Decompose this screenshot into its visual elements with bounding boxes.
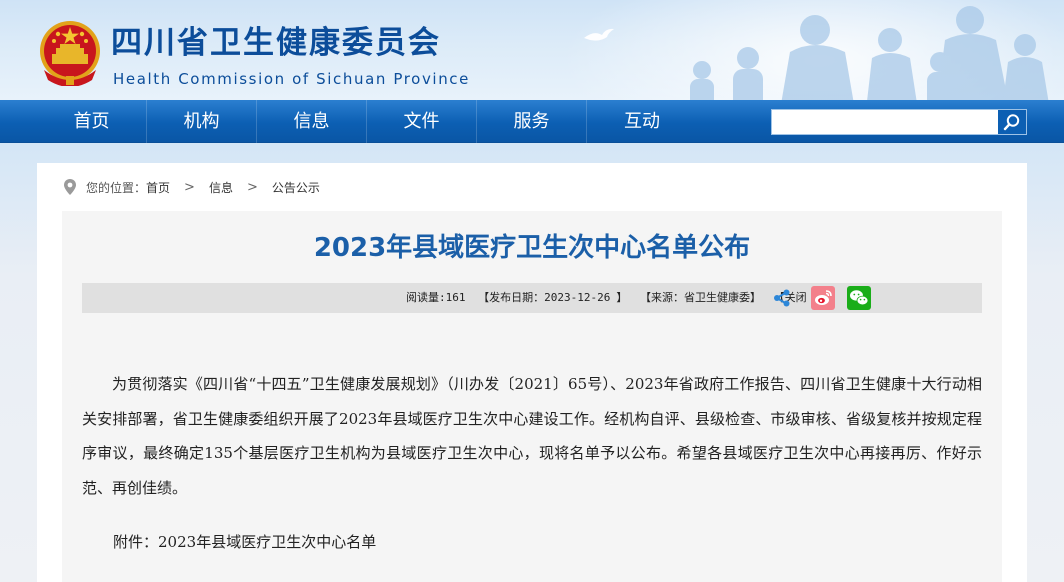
site-header: 四川省卫生健康委员会 Health Commission of Sichuan … (0, 0, 1064, 100)
source: 省卫生健康委 (683, 291, 750, 304)
views-label: 阅读量: (406, 291, 446, 304)
site-title-cn: 四川省卫生健康委员会 (111, 25, 441, 61)
search-box (771, 109, 1027, 135)
attachment-label: 附件： (113, 533, 159, 551)
breadcrumb-information[interactable]: 信息 (209, 179, 233, 196)
location-pin-icon (64, 179, 76, 195)
nav-item-organization[interactable]: 机构 (147, 100, 257, 143)
breadcrumb-separator: > (184, 179, 195, 195)
nav-item-home[interactable]: 首页 (37, 100, 147, 143)
article-title: 2023年县域医疗卫生次中心名单公布 (313, 233, 751, 263)
article-meta: 阅读量:161 【发布日期：2023-12-26】 【来源：省卫生健康委】 【关… (406, 291, 824, 305)
site-title-en: Health Commission of Sichuan Province (113, 70, 470, 88)
attachment-link[interactable]: 2023年县域医疗卫生次中心名单 (158, 533, 376, 551)
attachment: 附件：2023年县域医疗卫生次中心名单 (113, 530, 376, 554)
wechat-icon[interactable] (847, 286, 871, 310)
dove-icon (584, 28, 614, 41)
views-count: 161 (445, 291, 466, 304)
family-silhouette-illustration (690, 6, 1049, 100)
search-button[interactable] (998, 110, 1026, 134)
search-icon (1003, 114, 1020, 131)
nav-item-documents[interactable]: 文件 (367, 100, 477, 143)
source-label: 【来源： (639, 291, 684, 304)
nav-item-services[interactable]: 服务 (477, 100, 587, 143)
nav-item-interaction[interactable]: 互动 (587, 100, 697, 143)
bracket-close: 】 (616, 291, 628, 304)
search-input[interactable] (772, 110, 998, 134)
article-body: 为贯彻落实《四川省“十四五”卫生健康发展规划》（川办发〔2021〕65号）、20… (82, 375, 982, 497)
nav-item-information[interactable]: 信息 (257, 100, 367, 143)
weibo-icon[interactable] (811, 286, 835, 310)
breadcrumb-prefix: 您的位置： (86, 180, 147, 195)
publish-date-label: 【发布日期： (478, 291, 545, 304)
bracket-close: 】 (749, 291, 761, 304)
share-icon[interactable] (772, 288, 792, 308)
breadcrumb-announcements[interactable]: 公告公示 (272, 179, 320, 196)
breadcrumb-separator: > (246, 179, 258, 195)
breadcrumb-home[interactable]: 首页 (146, 179, 170, 196)
national-emblem-icon (40, 21, 100, 86)
main-nav: 首页 机构 信息 文件 服务 互动 (0, 100, 1064, 143)
breadcrumb: 您的位置： 首页 > 信息 > 公告公示 (62, 177, 320, 197)
publish-date: 2023-12-26 (544, 291, 611, 304)
